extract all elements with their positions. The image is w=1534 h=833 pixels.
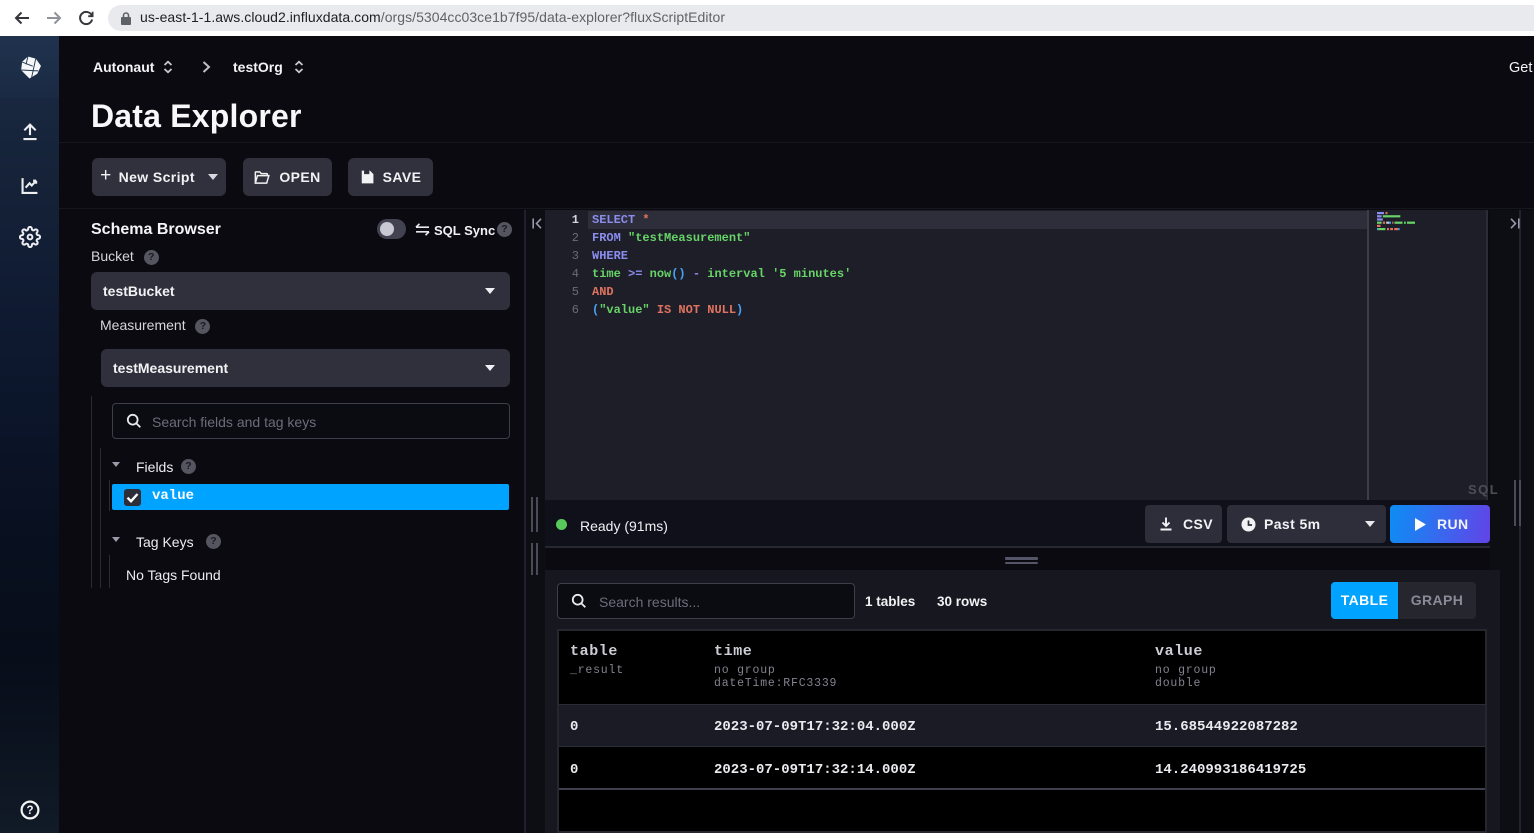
- svg-text:?: ?: [26, 805, 33, 817]
